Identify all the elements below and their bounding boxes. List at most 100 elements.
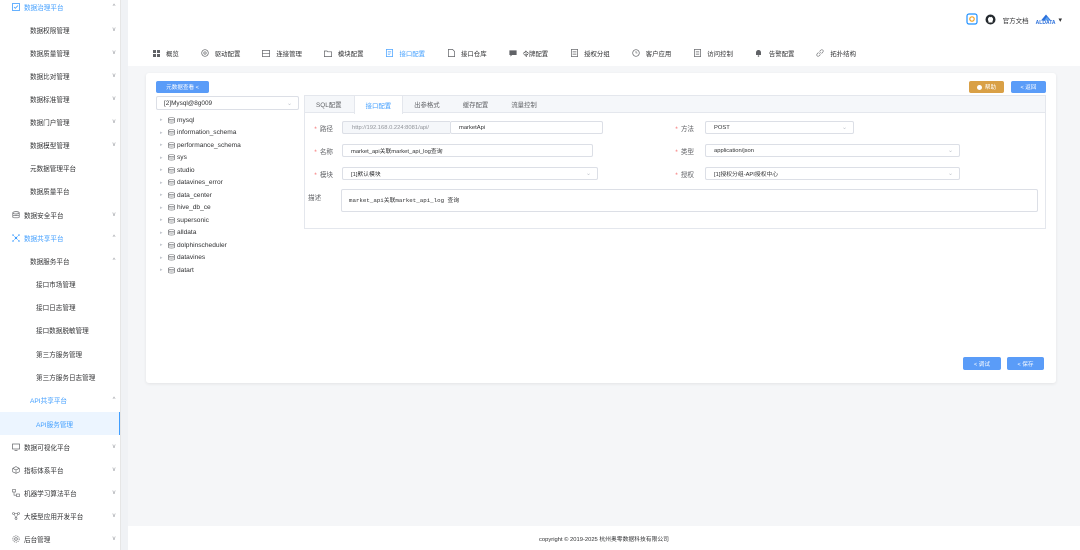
tree-node[interactable]: ▸ mysql — [160, 114, 241, 127]
sidebar-item-api-service[interactable]: API服务管理 — [0, 412, 120, 435]
tree-node-label: data_center — [177, 191, 212, 199]
database-icon — [168, 229, 175, 236]
tab-api-repo[interactable]: 接口仓库 — [447, 49, 487, 58]
sidebar-item-api-log[interactable]: 接口日志管理 — [0, 295, 120, 318]
tab-access-control[interactable]: 访问控制 — [693, 49, 733, 58]
database-icon — [11, 210, 20, 219]
name-input[interactable]: market_api关联market_api_log查询 — [342, 144, 593, 157]
caret-right-icon: ▸ — [160, 217, 163, 224]
module-select[interactable]: [1]默认模块 ⌄ — [342, 167, 598, 180]
auth-select[interactable]: [1]授权分组-API授权中心 ⌄ — [705, 167, 960, 180]
tree-node-label: dolphinscheduler — [177, 241, 227, 249]
file-icon — [447, 49, 455, 57]
footer: copyright © 2019-2025 杭州奥零数据科技有限公司 — [128, 526, 1080, 550]
sidebar-item-data-quality-platform[interactable]: 数据质量平台 — [0, 179, 120, 202]
sidebar-item-backend[interactable]: 后台管理 v — [0, 527, 120, 550]
document-list-icon — [693, 49, 701, 57]
sidebar-item-data-governance[interactable]: 数据治理平台 ^ — [0, 0, 120, 18]
user-menu[interactable]: ALDATA — [1036, 14, 1055, 26]
metadata-view-button[interactable]: 元数据查看 < — [156, 81, 209, 93]
sidebar-item-data-quality[interactable]: 数据质量管理 v — [0, 41, 120, 64]
sidebar-item-ml-algorithm[interactable]: 机器学习算法平台 v — [0, 481, 120, 504]
tab-overview[interactable]: 概览 — [152, 49, 179, 58]
tree-node[interactable]: ▸ information_schema — [160, 127, 241, 140]
github-icon[interactable] — [985, 14, 996, 27]
header-actions: 官方文档 ALDATA ▾ — [966, 13, 1062, 27]
tree-node[interactable]: ▸ datavines_error — [160, 177, 241, 190]
sidebar-item-data-service[interactable]: 数据服务平台 ^ — [0, 249, 120, 272]
tab-driver-config[interactable]: 驱动配置 — [201, 49, 240, 58]
docs-link[interactable]: 官方文档 — [1003, 15, 1029, 25]
tree-node-label: mysql — [177, 116, 195, 124]
tab-token-config[interactable]: 令牌配置 — [508, 49, 548, 58]
tab-cache-config[interactable]: 缓存配置 — [452, 96, 501, 113]
back-button[interactable]: < 返回 — [1011, 81, 1046, 93]
chevron-down-icon: v — [112, 443, 116, 450]
sidebar-item-api-sharing[interactable]: API共享平台 ^ — [0, 388, 120, 411]
sidebar-item-data-portal[interactable]: 数据门户管理 v — [0, 110, 120, 133]
module-label: * 模块 — [314, 172, 333, 179]
tree-node[interactable]: ▸ dolphinscheduler — [160, 239, 241, 252]
sidebar-item-metadata-platform[interactable]: 元数据管理平台 — [0, 156, 120, 179]
description-textarea[interactable]: market_api关联market_api_log 查询 — [341, 189, 1038, 212]
description-label: 描述 — [308, 195, 322, 202]
type-select[interactable]: application/json ⌄ — [705, 144, 960, 157]
gear-icon — [201, 49, 209, 57]
tree-node[interactable]: ▸ data_center — [160, 189, 241, 202]
caret-right-icon: ▸ — [160, 142, 163, 149]
path-label: * 路径 — [314, 126, 333, 133]
chevron-down-icon[interactable]: ▾ — [1058, 16, 1062, 24]
tab-api-config[interactable]: 接口配置 — [385, 49, 425, 58]
tree-node[interactable]: ▸ sys — [160, 152, 241, 165]
sidebar-item-data-security[interactable]: 数据安全平台 v — [0, 203, 120, 226]
tree-node-label: hive_db_ce — [177, 204, 211, 212]
data-flow-icon[interactable] — [966, 13, 978, 27]
tree-node[interactable]: ▸ performance_schema — [160, 139, 241, 152]
help-button[interactable]: 帮助 — [969, 81, 1004, 93]
sidebar-item-data-standard[interactable]: 数据标准管理 v — [0, 87, 120, 110]
tree-node[interactable]: ▸ datavines — [160, 252, 241, 265]
tab-topology[interactable]: 拓扑结构 — [816, 49, 856, 58]
tree-node-label: datart — [177, 266, 194, 274]
tab-alert-config[interactable]: 告警配置 — [755, 49, 794, 58]
tab-client-app[interactable]: 客户应用 — [632, 49, 671, 58]
sidebar-item-indicator[interactable]: 指标体系平台 v — [0, 458, 120, 481]
database-icon — [168, 191, 175, 199]
sidebar-item-data-sharing[interactable]: 数据共享平台 ^ — [0, 226, 120, 249]
sidebar-item-data-permission[interactable]: 数据权限管理 v — [0, 18, 120, 41]
tab-rate-limit[interactable]: 流量控制 — [500, 96, 549, 113]
monitor-icon — [11, 442, 20, 451]
chevron-down-icon: v — [112, 466, 116, 473]
method-select[interactable]: POST ⌄ — [705, 121, 854, 134]
chevron-up-icon: ^ — [112, 3, 116, 10]
database-tree: ▸ mysql ▸ information_schema ▸ performance_sc… — [160, 114, 241, 277]
sidebar-item-third-party-log[interactable]: 第三方服务日志管理 — [0, 365, 120, 388]
sidebar-item-api-market[interactable]: 接口市场管理 — [0, 272, 120, 295]
sidebar-item-api-masking[interactable]: 接口数据脱敏管理 — [0, 318, 120, 341]
tab-interface-config[interactable]: 接口配置 — [353, 96, 404, 114]
tree-node[interactable]: ▸ alldata — [160, 227, 241, 240]
chevron-down-icon: v — [112, 512, 116, 519]
tab-sql-config[interactable]: SQL配置 — [305, 96, 354, 113]
path-input[interactable]: marketApi — [450, 121, 603, 134]
datasource-select[interactable]: [2]Mysql@8g009 ⌄ — [156, 96, 299, 110]
debug-button[interactable]: < 调试 — [963, 357, 1001, 370]
tab-module-config[interactable]: 模块配置 — [323, 49, 363, 58]
cube-icon — [11, 465, 20, 474]
sidebar-item-llm-dev[interactable]: 大模型应用开发平台 v — [0, 504, 120, 527]
sidebar-item-data-model[interactable]: 数据模型管理 v — [0, 133, 120, 156]
tree-node[interactable]: ▸ studio — [160, 164, 241, 177]
sidebar-item-data-compare[interactable]: 数据比对管理 v — [0, 64, 120, 87]
tab-output-format[interactable]: 出参格式 — [403, 96, 452, 113]
tree-node[interactable]: ▸ hive_db_ce — [160, 202, 241, 215]
database-icon — [168, 204, 175, 211]
tree-node[interactable]: ▸ datart — [160, 264, 241, 277]
tree-node[interactable]: ▸ supersonic — [160, 214, 241, 227]
save-button[interactable]: < 保存 — [1007, 357, 1044, 370]
tab-auth-group[interactable]: 授权分组 — [570, 49, 610, 58]
bell-icon — [755, 49, 763, 57]
sidebar-item-visualization[interactable]: 数据可视化平台 v — [0, 435, 120, 458]
database-icon — [168, 129, 175, 136]
tab-connection[interactable]: 连接管理 — [262, 49, 302, 58]
sidebar-item-third-party-service[interactable]: 第三方服务管理 — [0, 342, 120, 365]
